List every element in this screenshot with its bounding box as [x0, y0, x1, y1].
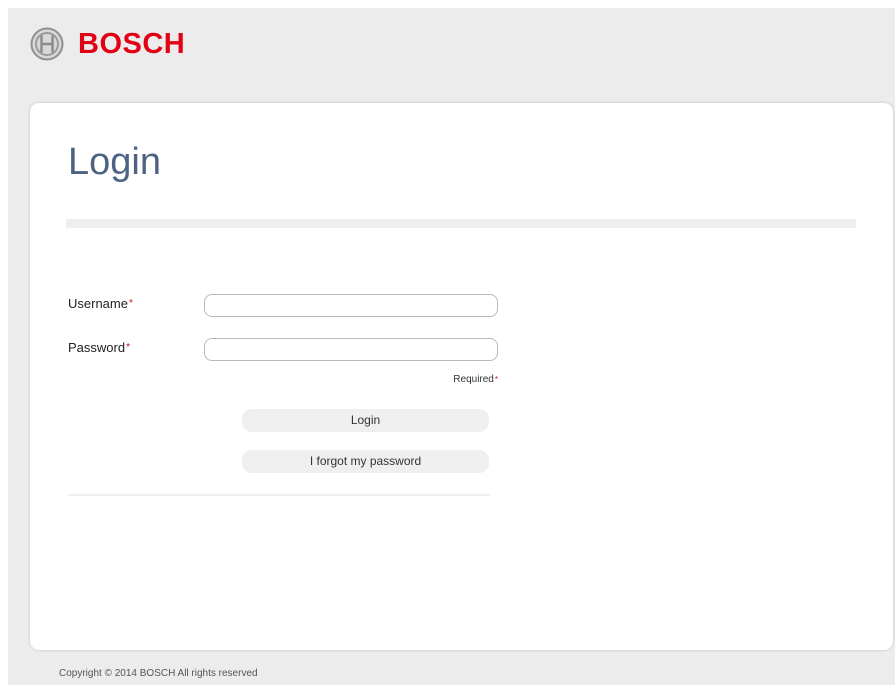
required-note-text: Required	[453, 374, 494, 385]
bosch-armature-logo-icon	[30, 27, 64, 61]
required-note-marker: *	[494, 375, 498, 384]
page-title: Login	[68, 141, 161, 183]
password-required-marker: *	[126, 342, 130, 353]
form-divider	[68, 494, 490, 496]
login-button[interactable]: Login	[242, 409, 489, 432]
footer-copyright: Copyright © 2014 BOSCH All rights reserv…	[59, 668, 258, 679]
password-label: Password*	[68, 340, 130, 356]
password-input[interactable]	[204, 338, 498, 361]
required-note: Required*	[398, 373, 498, 386]
brand-name: BOSCH	[78, 28, 186, 60]
forgot-password-button[interactable]: I forgot my password	[242, 450, 489, 473]
password-label-text: Password	[68, 340, 126, 355]
brand-header: BOSCH	[30, 26, 185, 62]
title-divider	[66, 219, 856, 228]
username-input[interactable]	[204, 294, 498, 317]
login-card: Login Username* Password* Required* Logi…	[30, 103, 893, 650]
username-required-marker: *	[128, 298, 133, 309]
username-label: Username*	[68, 296, 133, 312]
username-label-text: Username	[68, 296, 128, 311]
